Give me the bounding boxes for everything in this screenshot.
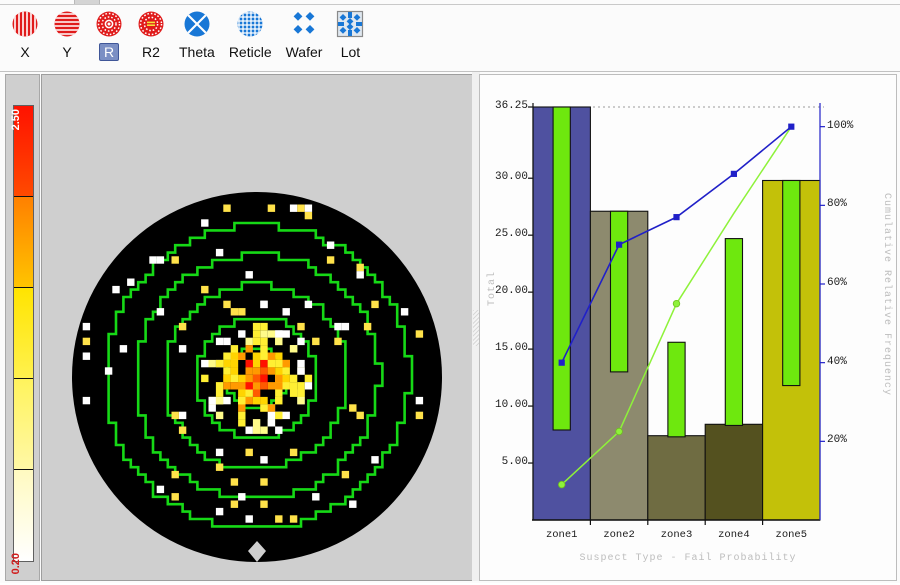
chart-y2-axis-label: Cumulative Relative Frequency [881, 193, 892, 396]
toolbar: X Y R R2 ThetaReticleWafer Lot [0, 5, 900, 72]
chart-category-label: zone2 [590, 529, 647, 541]
chart-category-label: zone4 [705, 529, 762, 541]
toolbar-item-label: R2 [137, 43, 165, 61]
chart-y-tick-label: 20.00 [480, 285, 528, 297]
chart-bar [705, 424, 762, 520]
chart-category-label: zone5 [763, 529, 820, 541]
chart-data-point [673, 300, 680, 307]
color-scale: 2.50 0.20 [5, 74, 40, 581]
wafer-r-icon [93, 8, 125, 40]
main-content: 2.50 0.20 Total Cumulative Relative Freq… [0, 72, 900, 583]
toolbar-item-x[interactable]: X [6, 8, 44, 61]
chart-data-point [616, 428, 623, 435]
chart-data-point [558, 481, 565, 488]
chart-data-point [616, 242, 622, 248]
chart-range-bar [553, 107, 570, 430]
toolbar-item-reticle[interactable]: Reticle [224, 8, 277, 61]
toolbar-item-label: R [99, 43, 119, 61]
chart-data-point [559, 360, 565, 366]
color-scale-segment [14, 470, 33, 561]
chart-y-tick-label: 25.00 [480, 228, 528, 240]
wafer-svg [42, 75, 472, 580]
toolbar-item-label: Reticle [224, 43, 277, 61]
chart-y2-tick-label: 80% [827, 198, 847, 210]
toolbar-item-theta[interactable]: Theta [174, 8, 220, 61]
chart-category-label: zone3 [648, 529, 705, 541]
toolbar-item-label: Theta [174, 43, 220, 61]
toolbar-item-label: X [15, 43, 34, 61]
wafer-y-icon [51, 8, 83, 40]
wafer-r2-icon [135, 8, 167, 40]
color-scale-bar [13, 105, 34, 562]
wafer-lot-icon [334, 8, 366, 40]
toolbar-item-y[interactable]: Y [48, 8, 86, 61]
pareto-chart-svg[interactable] [480, 75, 896, 580]
toolbar-item-label: Wafer [281, 43, 328, 61]
pareto-chart-panel: Total Cumulative Relative Frequency Susp… [479, 74, 897, 581]
chart-y2-tick-label: 60% [827, 277, 847, 289]
wafer-reticle-icon [234, 8, 266, 40]
wafer-map-graphic [42, 75, 472, 580]
chart-bars[interactable] [533, 107, 820, 520]
chart-range-bar [668, 342, 685, 437]
wafer-map-panel: 2.50 0.20 [5, 74, 471, 579]
wafer-analysis-window: X Y R R2 ThetaReticleWafer Lot 2.50 0.20 Tota… [0, 0, 900, 583]
wafer-map-canvas[interactable] [41, 74, 473, 581]
chart-y2-tick-label: 20% [827, 434, 847, 446]
toolbar-item-label: Y [57, 43, 76, 61]
toolbar-item-label: Lot [336, 43, 365, 61]
toolbar-item-lot[interactable]: Lot [331, 8, 369, 61]
chart-data-point [788, 124, 794, 130]
wafer-x-icon [9, 8, 41, 40]
color-scale-min-label: 0.20 [10, 553, 22, 574]
chart-bar [648, 436, 705, 520]
chart-y2-tick-label: 100% [827, 120, 853, 132]
wafer-theta-icon [181, 8, 213, 40]
color-scale-segment [14, 379, 33, 470]
chart-y-tick-label: 36.25 [480, 100, 528, 112]
chart-range-bar [725, 239, 742, 426]
chart-y-tick-label: 10.00 [480, 399, 528, 411]
chart-range-bar [610, 211, 627, 372]
toolbar-items: X Y R R2 ThetaReticleWafer Lot [0, 5, 900, 61]
color-scale-segment [14, 197, 33, 288]
chart-y-tick-label: 30.00 [480, 171, 528, 183]
chart-y2-tick-label: 40% [827, 356, 847, 368]
chart-x-axis-label: Suspect Type - Fail Probability [480, 553, 896, 564]
chart-range-bar [783, 180, 800, 385]
color-scale-max-label: 2.50 [10, 109, 22, 130]
toolbar-item-r[interactable]: R [90, 8, 128, 61]
chart-y-tick-label: 15.00 [480, 342, 528, 354]
wafer-wafer-icon [288, 8, 320, 40]
toolbar-item-r2[interactable]: R2 [132, 8, 170, 61]
chart-y-tick-label: 5.00 [480, 456, 528, 468]
chart-category-label: zone1 [533, 529, 590, 541]
chart-data-point [731, 171, 737, 177]
toolbar-item-wafer[interactable]: Wafer [281, 8, 328, 61]
color-scale-segment [14, 288, 33, 379]
chart-data-point [673, 214, 679, 220]
